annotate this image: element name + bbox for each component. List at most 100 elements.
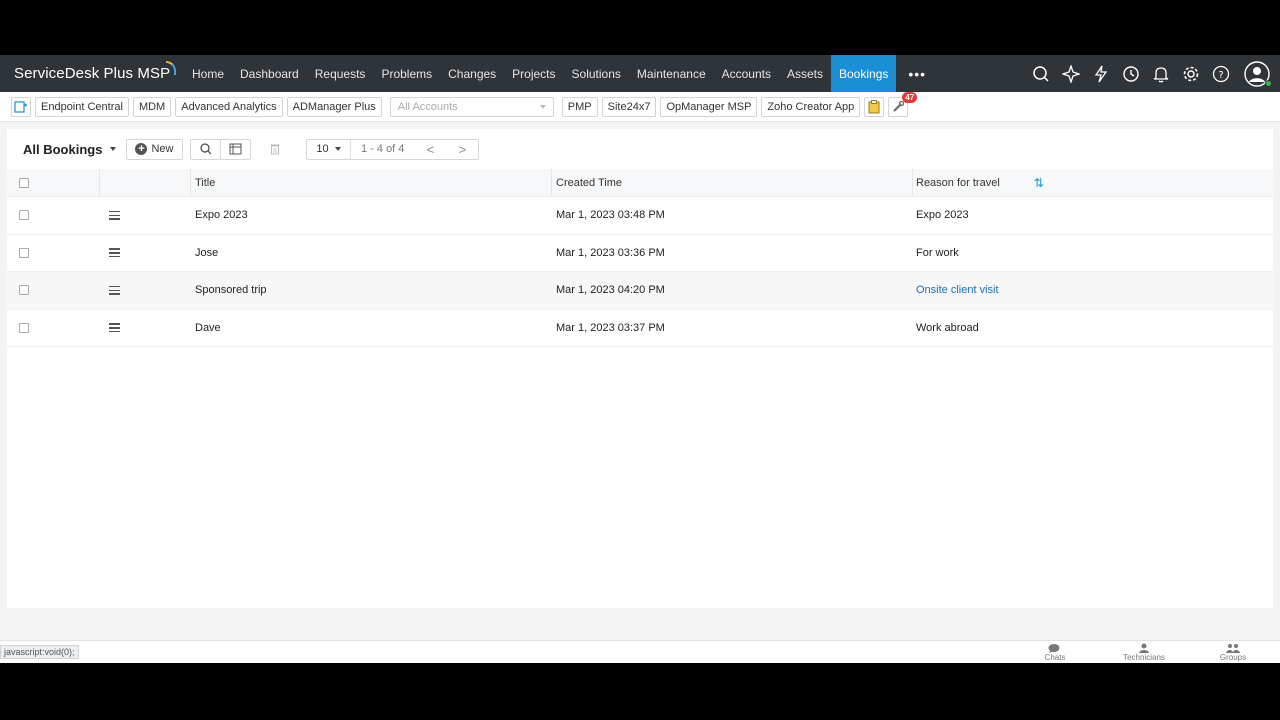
int-mdm[interactable]: MDM: [132, 96, 172, 117]
nav-icons: ?: [1030, 55, 1272, 92]
row-reason: For work: [916, 246, 959, 259]
add-integration-icon[interactable]: [11, 96, 31, 117]
search-button[interactable]: [190, 138, 221, 160]
int-opmanager-msp[interactable]: OpManager MSP: [660, 96, 758, 117]
int-endpoint-central[interactable]: Endpoint Central: [35, 96, 129, 117]
row-menu-cell: [99, 197, 191, 234]
bookings-table: Title Created Time Reason for travel ⇅ E…: [7, 169, 1273, 347]
svg-text:?: ?: [1218, 70, 1223, 81]
row-title[interactable]: Dave: [191, 310, 552, 347]
nav-item-solutions[interactable]: Solutions: [564, 55, 629, 92]
row-menu-icon[interactable]: [109, 248, 120, 258]
help-icon[interactable]: ?: [1210, 63, 1232, 85]
int-admanager-plus[interactable]: ADManager Plus: [286, 96, 382, 117]
table-row[interactable]: Jose Mar 1, 2023 03:36 PM For work: [7, 235, 1273, 272]
chat-icon: [1048, 644, 1060, 653]
table-row[interactable]: Sponsored trip Mar 1, 2023 04:20 PM Onsi…: [7, 272, 1273, 310]
next-page-button[interactable]: >: [446, 142, 478, 157]
table-row[interactable]: Expo 2023 Mar 1, 2023 03:48 PM Expo 2023: [7, 197, 1273, 235]
technicians-button[interactable]: Technicians: [1119, 643, 1169, 662]
nav-item-problems[interactable]: Problems: [373, 55, 440, 92]
chevron-down-icon: [334, 147, 341, 151]
account-select[interactable]: All Accounts: [389, 96, 554, 117]
clipboard-icon[interactable]: [864, 96, 885, 117]
nav-items: Home Dashboard Requests Problems Changes…: [184, 55, 938, 92]
column-header-reason[interactable]: Reason for travel ⇅: [913, 169, 1273, 196]
new-button[interactable]: + New: [126, 138, 183, 160]
avatar[interactable]: [1244, 60, 1272, 87]
column-header-title[interactable]: Title: [191, 169, 552, 196]
column-header-reason-label: Reason for travel: [916, 176, 1000, 189]
nav-item-bookings[interactable]: Bookings: [831, 55, 897, 92]
view-select[interactable]: All Bookings: [23, 142, 126, 157]
user-icon: [1139, 643, 1149, 653]
search-icon[interactable]: [1030, 63, 1052, 85]
brand-logo[interactable]: ServiceDesk Plus MSP: [0, 61, 180, 82]
row-checkbox[interactable]: [19, 247, 29, 258]
row-menu-cell: [99, 310, 191, 347]
table-row[interactable]: Dave Mar 1, 2023 03:37 PM Work abroad: [7, 310, 1273, 347]
nav-item-accounts[interactable]: Accounts: [714, 55, 779, 92]
int-pmp[interactable]: PMP: [561, 96, 598, 117]
row-reason-link[interactable]: Onsite client visit: [916, 284, 999, 296]
brand-name: ServiceDesk Plus MSP: [14, 65, 171, 82]
nav-item-changes[interactable]: Changes: [440, 55, 504, 92]
row-checkbox-cell: [7, 272, 99, 309]
sort-icon[interactable]: ⇅: [1034, 176, 1044, 190]
list-toolbar: All Bookings + New 10 1 - 4 of 4 < >: [7, 129, 1273, 169]
bell-icon[interactable]: [1150, 63, 1172, 85]
notification-badge: 47: [902, 91, 918, 103]
history-icon[interactable]: [1120, 63, 1142, 85]
lightning-icon[interactable]: [1090, 63, 1112, 85]
nav-item-projects[interactable]: Projects: [504, 55, 563, 92]
column-header-created-time[interactable]: Created Time: [552, 169, 913, 196]
row-menu-icon[interactable]: [109, 210, 120, 220]
page-size-select[interactable]: 10: [307, 139, 351, 159]
nav-item-home[interactable]: Home: [184, 55, 232, 92]
column-chooser-button[interactable]: [220, 138, 251, 160]
gear-icon[interactable]: [1180, 63, 1202, 85]
int-zoho-creator-app[interactable]: Zoho Creator App: [761, 96, 861, 117]
row-reason: Work abroad: [916, 321, 979, 334]
pagination: 10 1 - 4 of 4 < >: [306, 138, 480, 160]
integrations-toolbar: Endpoint Central MDM Advanced Analytics …: [0, 91, 1280, 122]
groups-button[interactable]: Groups: [1208, 643, 1258, 662]
row-menu-icon[interactable]: [109, 285, 120, 295]
delete-button[interactable]: [259, 138, 290, 160]
header-menu-cell: [99, 169, 191, 196]
row-checkbox[interactable]: [19, 210, 29, 221]
bookings-panel: All Bookings + New 10 1 - 4 of 4 < > Tit…: [7, 129, 1273, 608]
view-select-label: All Bookings: [23, 141, 103, 157]
brand-swoosh-icon: [166, 61, 176, 75]
nav-item-assets[interactable]: Assets: [779, 55, 831, 92]
plus-icon: +: [135, 143, 148, 155]
row-title[interactable]: Sponsored trip: [191, 272, 552, 309]
nav-item-dashboard[interactable]: Dashboard: [232, 55, 307, 92]
chats-button[interactable]: Chats: [1030, 643, 1080, 662]
row-title[interactable]: Jose: [191, 235, 552, 272]
page-size-value: 10: [316, 143, 329, 155]
sparkle-icon[interactable]: [1060, 63, 1082, 85]
trash-icon: [270, 144, 279, 155]
groups-label: Groups: [1219, 653, 1247, 662]
status-url: javascript:void(0);: [0, 645, 79, 659]
row-checkbox[interactable]: [19, 322, 29, 333]
int-advanced-analytics[interactable]: Advanced Analytics: [175, 96, 283, 117]
tools-icon[interactable]: 47: [888, 91, 918, 117]
row-title[interactable]: Expo 2023: [191, 197, 552, 234]
nav-item-maintenance[interactable]: Maintenance: [629, 55, 714, 92]
row-menu-icon[interactable]: [109, 323, 120, 333]
row-created-time: Mar 1, 2023 03:48 PM: [556, 209, 665, 222]
row-checkbox[interactable]: [19, 285, 29, 296]
row-reason: Expo 2023: [916, 209, 969, 222]
technicians-label: Technicians: [1123, 653, 1165, 662]
page-range: 1 - 4 of 4: [361, 143, 405, 155]
select-all-checkbox[interactable]: [19, 177, 29, 188]
nav-item-requests[interactable]: Requests: [307, 55, 374, 92]
search-icon: [199, 143, 211, 155]
prev-page-button[interactable]: <: [414, 142, 446, 157]
int-site24x7[interactable]: Site24x7: [601, 96, 657, 117]
row-created-time: Mar 1, 2023 03:37 PM: [556, 321, 665, 334]
nav-more-button[interactable]: •••: [896, 55, 938, 92]
columns-icon: [229, 143, 242, 155]
